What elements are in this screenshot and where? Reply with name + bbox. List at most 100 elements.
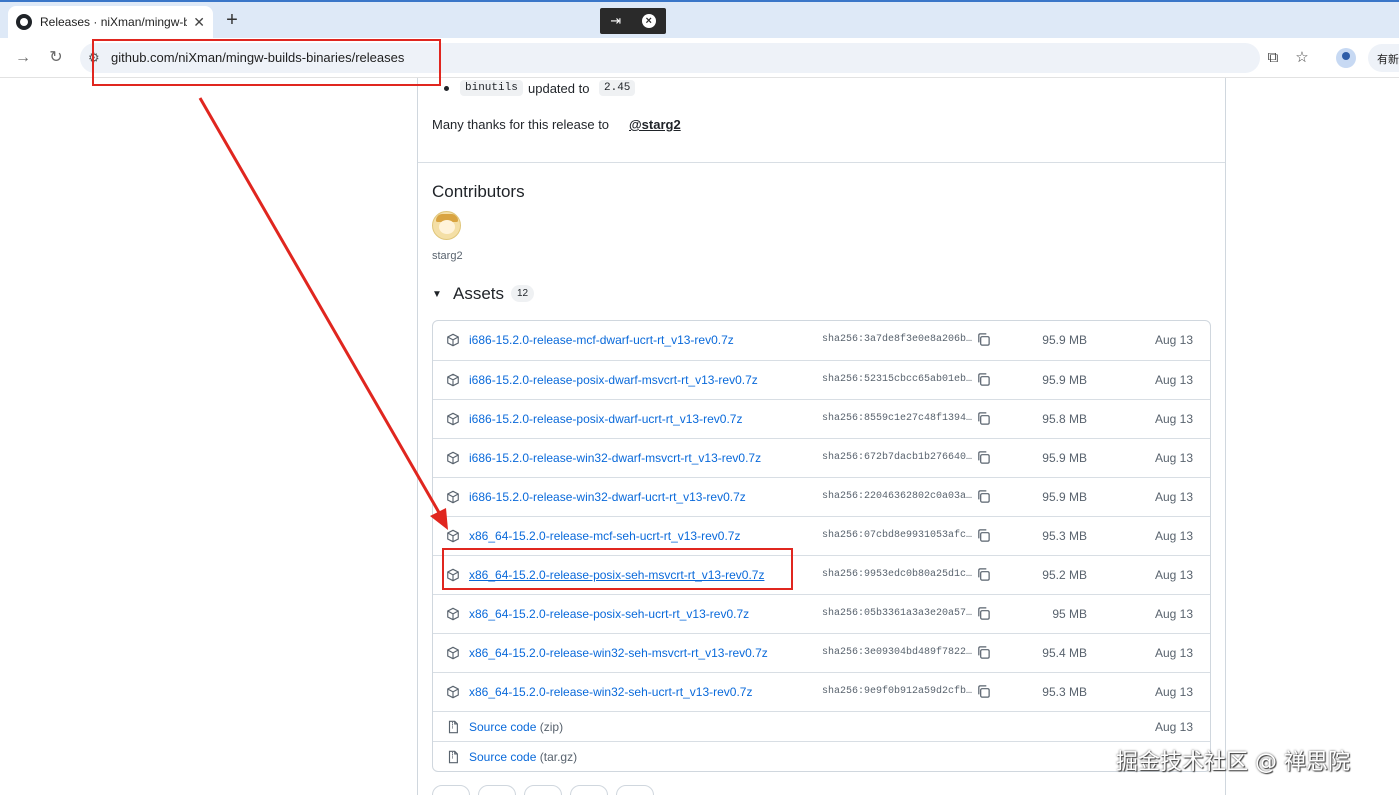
update-button[interactable]: 有新 [1368, 44, 1399, 72]
copy-icon[interactable] [976, 489, 991, 504]
asset-size: 95 MB [1052, 607, 1087, 621]
copy-icon[interactable] [976, 606, 991, 621]
asset-size: 95.3 MB [1042, 685, 1087, 699]
capture-close-icon[interactable]: × [641, 14, 656, 28]
copy-icon[interactable] [976, 567, 991, 582]
asset-download-link[interactable]: x86_64-15.2.0-release-win32-seh-msvcrt-r… [469, 646, 768, 660]
asset-download-link[interactable]: x86_64-15.2.0-release-mcf-seh-ucrt-rt_v1… [469, 529, 740, 543]
asset-row: x86_64-15.2.0-release-posix-seh-ucrt-rt_… [433, 594, 1210, 633]
source-code-format: (tar.gz) [539, 750, 578, 764]
section-divider [418, 162, 1225, 163]
asset-row: x86_64-15.2.0-release-posix-seh-msvcrt-r… [433, 555, 1210, 594]
asset-size: 95.2 MB [1042, 568, 1087, 582]
assets-list: i686-15.2.0-release-mcf-dwarf-ucrt-rt_v1… [432, 320, 1211, 772]
asset-date: Aug 13 [1154, 373, 1193, 387]
user-mention-link[interactable]: @starg2 [629, 117, 681, 132]
package-icon [446, 685, 460, 699]
asset-row: x86_64-15.2.0-release-mcf-seh-ucrt-rt_v1… [433, 516, 1210, 555]
asset-size: 95.3 MB [1042, 529, 1087, 543]
source-code-link[interactable]: Source code (zip) [469, 720, 563, 734]
browser-tab-strip: Releases · niXman/mingw-bu ✕ + ⇥ × [0, 0, 1399, 38]
asset-sha256: sha256:9e9f0b912a59d2cfb… [822, 686, 973, 697]
asset-sha256: sha256:05b3361a3a3e20a57… [822, 608, 973, 619]
asset-row: x86_64-15.2.0-release-win32-seh-msvcrt-r… [433, 633, 1210, 672]
asset-row: i686-15.2.0-release-win32-dwarf-ucrt-rt_… [433, 477, 1210, 516]
address-bar[interactable]: ⚙ github.com/niXman/mingw-builds-binarie… [80, 43, 1260, 73]
source-code-label: Source code [469, 720, 537, 734]
browser-tab[interactable]: Releases · niXman/mingw-bu ✕ [8, 6, 213, 38]
reactions-bar [432, 785, 654, 795]
source-code-link[interactable]: Source code (tar.gz) [469, 750, 577, 764]
new-tab-button[interactable]: + [222, 10, 242, 30]
asset-sha256: sha256:07cbd8e9931053afc… [822, 530, 973, 541]
reaction-button[interactable] [616, 785, 654, 795]
reaction-button[interactable] [570, 785, 608, 795]
package-icon [446, 451, 460, 465]
reaction-button[interactable] [524, 785, 562, 795]
asset-date: Aug 13 [1154, 451, 1193, 465]
code-version: 2.45 [599, 80, 636, 96]
asset-download-link[interactable]: i686-15.2.0-release-posix-dwarf-ucrt-rt_… [469, 412, 742, 426]
contributor-name[interactable]: starg2 [432, 250, 463, 262]
copy-icon[interactable] [976, 684, 991, 699]
asset-date: Aug 13 [1154, 333, 1193, 347]
package-icon [446, 373, 460, 387]
capture-cursor-icon[interactable]: ⇥ [610, 13, 621, 29]
reaction-button[interactable] [432, 785, 470, 795]
package-icon [446, 646, 460, 660]
collapse-caret-icon[interactable]: ▼ [432, 289, 442, 300]
asset-size: 95.4 MB [1042, 646, 1087, 660]
contributors-heading: Contributors [432, 182, 525, 201]
watermark: 掘金技术社区 @ 禅思院 [1116, 750, 1350, 775]
asset-row: i686-15.2.0-release-mcf-dwarf-ucrt-rt_v1… [433, 321, 1210, 360]
copy-icon[interactable] [976, 528, 991, 543]
asset-row: x86_64-15.2.0-release-win32-seh-ucrt-rt_… [433, 672, 1210, 711]
asset-download-link[interactable]: x86_64-15.2.0-release-win32-seh-ucrt-rt_… [469, 685, 752, 699]
asset-download-link[interactable]: i686-15.2.0-release-posix-dwarf-msvcrt-r… [469, 373, 758, 387]
asset-download-link[interactable]: i686-15.2.0-release-win32-dwarf-ucrt-rt_… [469, 490, 746, 504]
asset-sha256: sha256:672b7dacb1b276640… [822, 452, 973, 463]
contributor-avatar[interactable] [432, 211, 461, 240]
asset-download-link[interactable]: x86_64-15.2.0-release-posix-seh-ucrt-rt_… [469, 607, 749, 621]
screenshot-root: Releases · niXman/mingw-bu ✕ + ⇥ × → ↻ ⚙… [0, 0, 1399, 795]
list-bullet [444, 86, 449, 91]
asset-date: Aug 13 [1154, 646, 1193, 660]
asset-sha256: sha256:3a7de8f3e0e8a206b… [822, 334, 973, 345]
package-icon [446, 568, 460, 582]
asset-size: 95.8 MB [1042, 412, 1087, 426]
tab-title: Releases · niXman/mingw-bu [40, 15, 188, 29]
copy-icon[interactable] [976, 450, 991, 465]
asset-row: i686-15.2.0-release-win32-dwarf-msvcrt-r… [433, 438, 1210, 477]
copy-icon[interactable] [976, 372, 991, 387]
source-code-date: Aug 13 [1154, 720, 1193, 734]
asset-sha256: sha256:22046362802c0a03a… [822, 491, 973, 502]
assets-heading[interactable]: Assets [453, 284, 504, 304]
source-code-row: Source code (tar.gz) [433, 741, 1210, 771]
bookmark-star-icon[interactable]: ☆ [1292, 48, 1312, 68]
copy-icon[interactable] [976, 332, 991, 347]
asset-download-link[interactable]: x86_64-15.2.0-release-posix-seh-msvcrt-r… [469, 568, 764, 582]
url-text[interactable]: github.com/niXman/mingw-builds-binaries/… [111, 50, 404, 65]
capture-toolbar: ⇥ × [600, 8, 666, 34]
package-icon [446, 490, 460, 504]
reload-icon[interactable]: ↻ [46, 48, 66, 68]
asset-sha256: sha256:9953edc0b80a25d1c… [822, 569, 973, 580]
reaction-button[interactable] [478, 785, 516, 795]
copy-icon[interactable] [976, 645, 991, 660]
asset-download-link[interactable]: i686-15.2.0-release-mcf-dwarf-ucrt-rt_v1… [469, 333, 734, 347]
forward-arrow-icon[interactable]: → [13, 48, 33, 68]
tab-close-icon[interactable]: ✕ [193, 14, 205, 31]
asset-date: Aug 13 [1154, 685, 1193, 699]
file-zip-icon [446, 720, 460, 734]
package-icon [446, 333, 460, 347]
asset-sha256: sha256:8559c1e27c48f1394… [822, 413, 973, 424]
asset-download-link[interactable]: i686-15.2.0-release-win32-dwarf-msvcrt-r… [469, 451, 761, 465]
copy-icon[interactable] [976, 411, 991, 426]
asset-row: i686-15.2.0-release-posix-dwarf-msvcrt-r… [433, 360, 1210, 399]
file-zip-icon [446, 750, 460, 764]
code-binutils: binutils [460, 80, 523, 96]
site-settings-icon[interactable]: ⚙ [88, 50, 100, 66]
package-icon [446, 412, 460, 426]
profile-avatar-icon[interactable] [1336, 48, 1356, 68]
install-app-icon[interactable]: ⧉ [1263, 48, 1283, 68]
